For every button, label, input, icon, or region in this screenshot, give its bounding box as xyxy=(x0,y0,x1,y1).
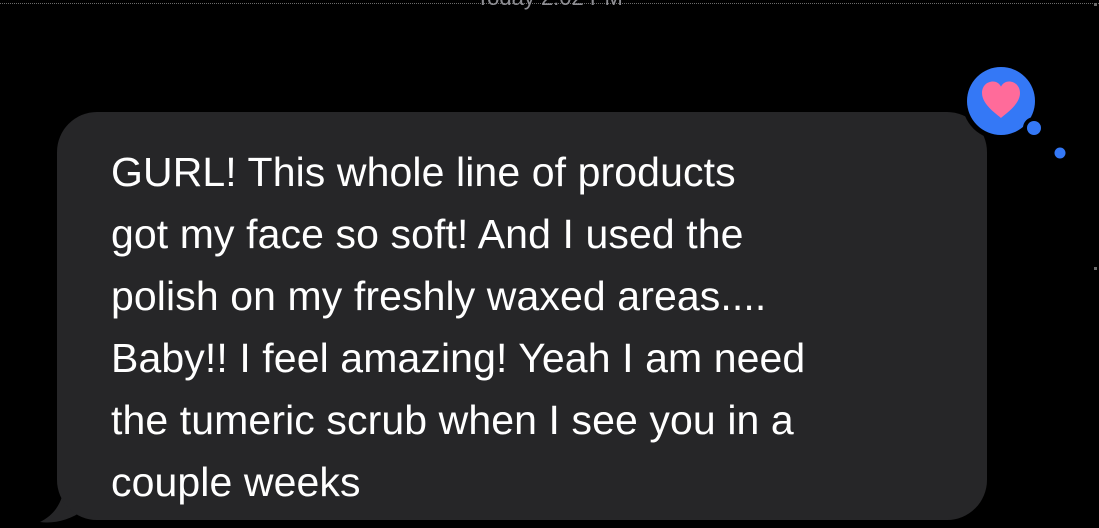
message-line: the tumeric scrub when I see you in a xyxy=(111,397,794,443)
scroll-indicator-mark xyxy=(1094,267,1097,270)
message-line: Baby!! I feel amazing! Yeah I am need xyxy=(111,335,806,381)
heart-tapback[interactable] xyxy=(950,62,1072,162)
message-line: got my face so soft! And I used the xyxy=(111,211,744,257)
message-bubble[interactable]: GURL! This whole line of products got my… xyxy=(57,112,987,520)
tapback-badge xyxy=(962,62,1068,161)
message-line: couple weeks xyxy=(111,459,361,505)
message-text: GURL! This whole line of products got my… xyxy=(111,141,981,513)
message-timestamp: Today 2:02 PM xyxy=(0,0,1099,10)
incoming-message[interactable]: GURL! This whole line of products got my… xyxy=(40,112,990,524)
message-line: GURL! This whole line of products xyxy=(111,149,736,195)
scroll-indicator-mark xyxy=(1094,3,1097,6)
message-line: polish on my freshly waxed areas.... xyxy=(111,273,767,319)
